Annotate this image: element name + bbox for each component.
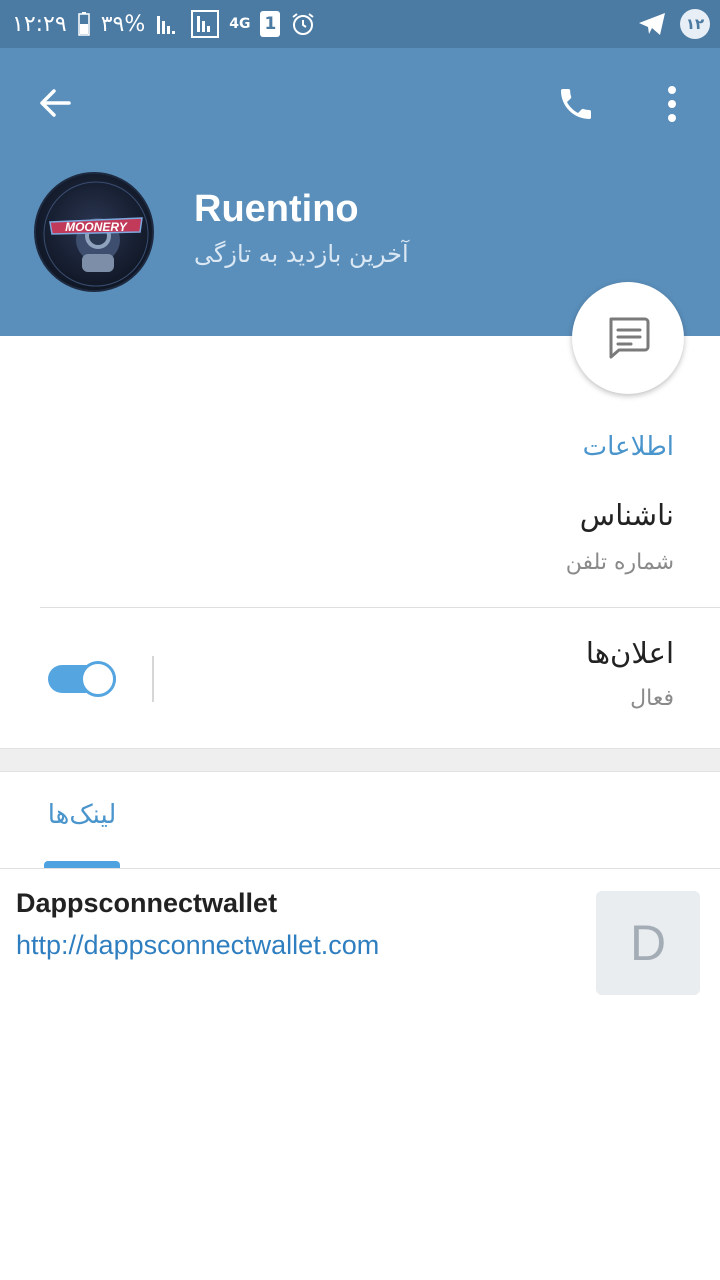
vertical-separator	[152, 656, 154, 702]
last-seen-status: آخرین بازدید به تازگی	[194, 240, 409, 268]
username-caption: شماره تلفن	[565, 550, 674, 575]
status-bar: ۱۲:۲۹ ۳۹% 4G 1 ۱۲	[0, 0, 720, 48]
status-time: ۱۲:۲۹	[12, 11, 67, 37]
status-bar-left: ۱۲:۲۹ ۳۹% 4G 1	[12, 8, 316, 40]
battery-percent: ۳۹%	[100, 11, 146, 37]
link-thumbnail[interactable]: D	[596, 891, 700, 995]
username-value[interactable]: ناشناس	[580, 498, 674, 532]
section-separator	[0, 748, 720, 772]
message-button[interactable]	[572, 282, 684, 394]
more-options-button[interactable]	[648, 78, 696, 130]
link-title[interactable]: Dappsconnectwallet	[16, 888, 277, 919]
tab-indicator	[44, 861, 120, 868]
avatar[interactable]: MOONERY	[34, 172, 154, 292]
telegram-icon	[638, 12, 666, 36]
network-type: 4G	[229, 16, 251, 32]
divider	[40, 607, 720, 608]
svg-text:MOONERY: MOONERY	[65, 220, 128, 234]
sim-icon: 1	[260, 11, 281, 37]
back-arrow-icon	[40, 89, 71, 117]
profile-name: Ruentino	[194, 188, 359, 230]
info-section-title: اطلاعات	[582, 432, 674, 462]
phone-icon	[561, 89, 591, 119]
notification-badge: ۱۲	[680, 9, 710, 39]
message-icon	[609, 317, 650, 359]
link-url[interactable]: http://dappsconnectwallet.com	[16, 930, 379, 961]
status-bar-right: ۱۲	[638, 8, 710, 40]
battery-icon	[77, 12, 91, 36]
toggle-knob	[80, 661, 116, 697]
alarm-icon	[290, 11, 316, 37]
more-vertical-icon	[668, 86, 676, 122]
notifications-label[interactable]: اعلان‌ها	[586, 636, 674, 670]
notifications-state: فعال	[630, 686, 674, 711]
tab-divider	[0, 868, 720, 869]
signal-icon	[155, 12, 181, 36]
tab-links[interactable]: لینک‌ها	[44, 800, 120, 830]
notifications-toggle[interactable]	[48, 661, 116, 697]
back-button[interactable]	[30, 78, 80, 128]
signal-box-icon	[191, 10, 220, 38]
call-button[interactable]	[550, 78, 602, 130]
avatar-image-icon: MOONERY	[43, 181, 149, 287]
